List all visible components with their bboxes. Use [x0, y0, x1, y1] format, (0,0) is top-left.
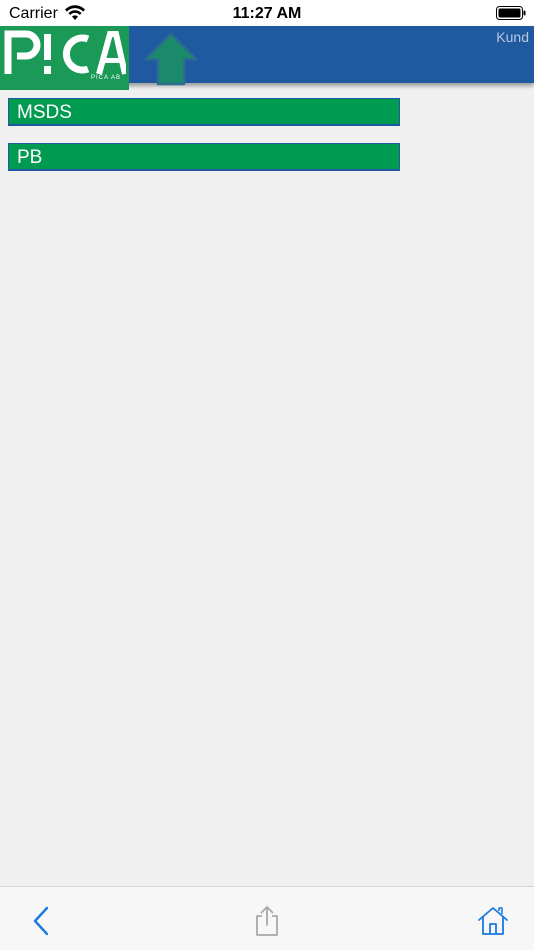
bottom-toolbar [0, 886, 534, 950]
app-screen: Carrier 11:27 AM PICA AB Kund MSDS PB [0, 0, 534, 950]
app-header: PICA AB Kund [0, 26, 534, 90]
back-button[interactable] [27, 905, 59, 937]
share-button[interactable] [251, 905, 283, 937]
status-bar: Carrier 11:27 AM [0, 0, 534, 26]
status-time: 11:27 AM [232, 5, 302, 22]
up-arrow-icon [144, 32, 198, 86]
home-icon [478, 907, 508, 935]
document-list: MSDS PB [8, 98, 400, 188]
header-title: Kund [496, 29, 529, 45]
home-button[interactable] [477, 905, 509, 937]
list-item-pb[interactable]: PB [8, 143, 400, 171]
share-icon [256, 906, 278, 936]
chevron-left-icon [33, 906, 49, 936]
logo-subtext: PICA AB [90, 75, 121, 81]
battery-icon [496, 6, 526, 20]
up-arrow-button[interactable] [143, 31, 199, 87]
list-item-label: PB [17, 147, 43, 168]
list-item-label: MSDS [17, 102, 72, 123]
pica-logo-mark [4, 30, 126, 75]
pica-logo[interactable]: PICA AB [0, 26, 129, 90]
list-item-msds[interactable]: MSDS [8, 98, 400, 126]
